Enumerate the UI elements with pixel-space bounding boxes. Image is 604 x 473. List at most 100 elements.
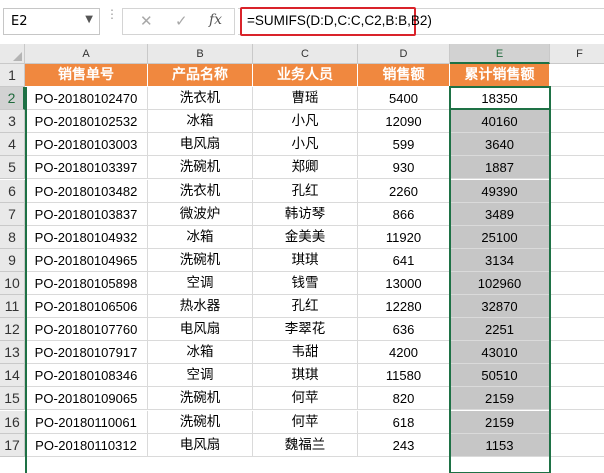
cell-c8[interactable]: 金美美 — [253, 225, 358, 249]
cell-e9[interactable]: 3134 — [450, 248, 550, 272]
cell-b13[interactable]: 冰箱 — [148, 341, 253, 365]
cell-e13[interactable]: 43010 — [450, 341, 550, 365]
cell-b10[interactable]: 空调 — [148, 271, 253, 295]
cell-d3[interactable]: 12090 — [358, 110, 450, 134]
cell-f14[interactable] — [550, 364, 604, 388]
cell-d4[interactable]: 599 — [358, 133, 450, 157]
cell-a12[interactable]: PO-20180107760 — [25, 318, 148, 342]
cell-e16[interactable]: 2159 — [450, 410, 550, 434]
cell-b4[interactable]: 电风扇 — [148, 133, 253, 157]
cell-e4[interactable]: 3640 — [450, 133, 550, 157]
cell-c3[interactable]: 小凡 — [253, 110, 358, 134]
cell-f2[interactable] — [550, 87, 604, 111]
cell-b8[interactable]: 冰箱 — [148, 225, 253, 249]
row-header-17[interactable]: 17 — [0, 433, 25, 457]
cancel-icon[interactable]: ✕ — [140, 12, 153, 30]
cell-f4[interactable] — [550, 133, 604, 157]
row-header-5[interactable]: 5 — [0, 156, 25, 180]
cell-d6[interactable]: 2260 — [358, 179, 450, 203]
cell-c4[interactable]: 小凡 — [253, 133, 358, 157]
cell-b16[interactable]: 洗碗机 — [148, 410, 253, 434]
cell-a5[interactable]: PO-20180103397 — [25, 156, 148, 180]
cell-d15[interactable]: 820 — [358, 387, 450, 411]
cell-b5[interactable]: 洗碗机 — [148, 156, 253, 180]
cell-f6[interactable] — [550, 180, 604, 203]
cell-b9[interactable]: 洗碗机 — [148, 248, 253, 272]
cell-a3[interactable]: PO-20180102532 — [25, 110, 148, 134]
cell-b14[interactable]: 空调 — [148, 364, 253, 388]
cell-d11[interactable]: 12280 — [358, 295, 450, 319]
row-header-2[interactable]: 2 — [0, 87, 25, 111]
cell-e12[interactable]: 2251 — [450, 318, 550, 342]
cell-f17[interactable] — [550, 434, 604, 457]
cell-c12[interactable]: 李翠花 — [253, 318, 358, 342]
cell-a9[interactable]: PO-20180104965 — [25, 248, 148, 272]
cell-c11[interactable]: 孔红 — [253, 295, 358, 319]
cell-c5[interactable]: 郑卿 — [253, 156, 358, 180]
grip-icon[interactable]: ⋮ — [106, 8, 118, 20]
cell-e17[interactable]: 1153 — [450, 433, 550, 457]
column-header-f[interactable]: F — [550, 44, 604, 64]
header-cell-e[interactable]: 累计销售额 — [450, 64, 550, 88]
cell-f3[interactable] — [550, 110, 604, 134]
cell-f12[interactable] — [550, 318, 604, 342]
enter-icon[interactable]: ✓ — [175, 12, 188, 30]
row-header-8[interactable]: 8 — [0, 225, 25, 249]
cell-c13[interactable]: 韦甜 — [253, 341, 358, 365]
cell-e6[interactable]: 49390 — [450, 179, 550, 203]
cell-d13[interactable]: 4200 — [358, 341, 450, 365]
cell-a15[interactable]: PO-20180109065 — [25, 387, 148, 411]
cell-d10[interactable]: 13000 — [358, 271, 450, 295]
formula-text[interactable]: =SUMIFS(D:D,C:C,C2,B:B,B2) — [247, 13, 432, 28]
cell-f1[interactable] — [550, 64, 604, 88]
cell-f10[interactable] — [550, 272, 604, 295]
cell-f8[interactable] — [550, 226, 604, 249]
header-cell-c[interactable]: 业务人员 — [253, 64, 358, 88]
cell-c14[interactable]: 琪琪 — [253, 364, 358, 388]
row-header-9[interactable]: 9 — [0, 248, 25, 272]
cell-b6[interactable]: 洗衣机 — [148, 179, 253, 203]
cell-d8[interactable]: 11920 — [358, 225, 450, 249]
cell-d16[interactable]: 618 — [358, 410, 450, 434]
cell-b12[interactable]: 电风扇 — [148, 318, 253, 342]
cell-c16[interactable]: 何苹 — [253, 410, 358, 434]
cell-e11[interactable]: 32870 — [450, 295, 550, 319]
row-header-16[interactable]: 16 — [0, 410, 25, 434]
header-cell-b[interactable]: 产品名称 — [148, 64, 253, 88]
cell-f9[interactable] — [550, 249, 604, 272]
row-header-1[interactable]: 1 — [0, 64, 25, 88]
header-cell-a[interactable]: 销售单号 — [25, 64, 148, 88]
cell-b15[interactable]: 洗碗机 — [148, 387, 253, 411]
cell-d14[interactable]: 11580 — [358, 364, 450, 388]
cell-d2[interactable]: 5400 — [358, 87, 450, 111]
cell-f16[interactable] — [550, 411, 604, 434]
cell-a14[interactable]: PO-20180108346 — [25, 364, 148, 388]
row-header-6[interactable]: 6 — [0, 179, 25, 203]
cell-b7[interactable]: 微波炉 — [148, 202, 253, 226]
cell-d5[interactable]: 930 — [358, 156, 450, 180]
name-box[interactable]: E2 ▼ — [3, 8, 100, 35]
cell-a6[interactable]: PO-20180103482 — [25, 179, 148, 203]
cell-a13[interactable]: PO-20180107917 — [25, 341, 148, 365]
select-all-corner[interactable] — [0, 44, 25, 64]
cell-c2[interactable]: 曹瑶 — [253, 87, 358, 111]
column-header-c[interactable]: C — [253, 44, 358, 64]
cell-e3[interactable]: 40160 — [450, 110, 550, 134]
row-header-3[interactable]: 3 — [0, 110, 25, 134]
cell-a7[interactable]: PO-20180103837 — [25, 202, 148, 226]
row-header-13[interactable]: 13 — [0, 341, 25, 365]
cell-c17[interactable]: 魏福兰 — [253, 433, 358, 457]
cell-d9[interactable]: 641 — [358, 248, 450, 272]
cell-f5[interactable] — [550, 156, 604, 180]
column-header-a[interactable]: A — [25, 44, 148, 64]
cell-e7[interactable]: 3489 — [450, 202, 550, 226]
cell-c7[interactable]: 韩访琴 — [253, 202, 358, 226]
cell-b17[interactable]: 电风扇 — [148, 433, 253, 457]
cell-a16[interactable]: PO-20180110061 — [25, 410, 148, 434]
cell-b3[interactable]: 冰箱 — [148, 110, 253, 134]
cell-a8[interactable]: PO-20180104932 — [25, 225, 148, 249]
cell-d7[interactable]: 866 — [358, 202, 450, 226]
cell-a4[interactable]: PO-20180103003 — [25, 133, 148, 157]
column-header-b[interactable]: B — [148, 44, 253, 64]
cell-c15[interactable]: 何苹 — [253, 387, 358, 411]
